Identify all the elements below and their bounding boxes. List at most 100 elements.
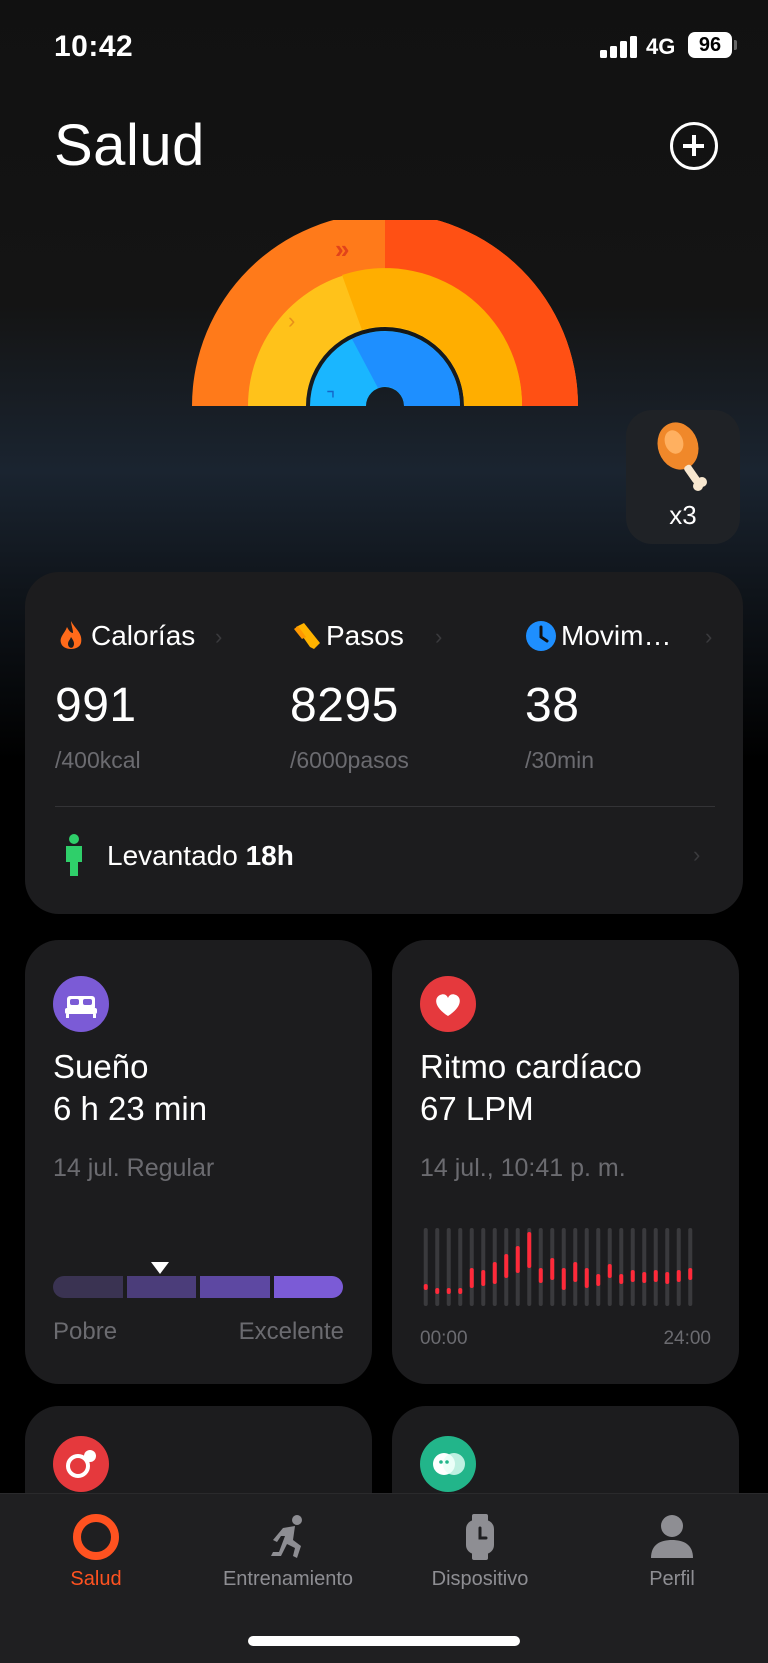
tab-entrenamiento[interactable]: Entrenamiento [192,1494,384,1624]
calories-value: 991 [55,679,137,732]
hr-bar-bg [642,1228,647,1306]
heart-date: 14 jul., 10:41 p. m. [420,1154,626,1182]
hr-bar [619,1274,624,1284]
hr-bar [642,1272,647,1283]
hr-bar [458,1288,463,1294]
divider [55,806,715,807]
tab-label: Perfil [649,1568,695,1590]
sleep-value: 6 h 23 min [53,1090,208,1127]
bed-icon [53,976,109,1032]
standing-person-icon [66,834,82,876]
heart-value: 67 LPM [420,1090,534,1127]
stand-hours: Levantado 18h [107,840,294,872]
heart-axis-end: 24:00 [663,1328,711,1349]
hr-bar-bg [596,1228,601,1306]
battery-icon: 96 [688,32,732,58]
move-label: Movim… [561,620,672,651]
hr-bar [492,1262,497,1284]
flame-icon [60,621,82,649]
hr-bar [676,1270,681,1282]
ring-icon [73,1514,119,1560]
hr-bar-bg [619,1228,624,1306]
heart-rate-card[interactable]: Ritmo cardíaco 67 LPM 14 jul., 10:41 p. … [392,940,739,1384]
steps-goal: /6000pasos [290,747,409,773]
sleep-quality-bar [53,1276,343,1298]
tab-label: Dispositivo [431,1568,529,1590]
heart-axis-start: 00:00 [420,1328,468,1349]
hr-bar [630,1270,635,1282]
hr-bar [653,1270,658,1282]
hr-bar [550,1258,555,1280]
hr-bar [515,1246,520,1273]
hr-bar [435,1288,440,1294]
sleep-quality-marker [151,1262,169,1274]
hr-bar-bg [584,1228,589,1306]
hr-bar [538,1268,543,1283]
hr-bar [607,1264,612,1278]
hr-bar-bg [665,1228,670,1306]
calories-goal: /400kcal [55,747,141,773]
hr-bar-bg [653,1228,658,1306]
drumstick-icon [657,422,707,491]
tab-salud[interactable]: Salud [0,1494,192,1624]
sleep-title-block: Sueño 6 h 23 min [53,1046,207,1130]
hr-bar [584,1268,589,1288]
tab-perfil[interactable]: Perfil [576,1494,768,1624]
hr-bar-bg [688,1228,693,1306]
hr-bar [688,1268,693,1280]
calories-label: Calorías [91,620,196,651]
hr-bar-bg [676,1228,681,1306]
sleep-date: 14 jul. Regular [53,1154,215,1182]
move-value: 38 [525,679,580,732]
hr-bar-bg [423,1228,428,1306]
calories-metric[interactable]: Calorías 991 /400kcal [55,616,275,774]
svg-text:»: » [335,234,349,264]
stand-value: 18h [245,840,294,871]
steps-value: 8295 [290,679,399,732]
heart-rate-sparkline [423,1228,693,1306]
move-goal: /30min [525,747,595,773]
hr-bar-bg [458,1228,463,1306]
hr-bar-bg [630,1228,635,1306]
steps-metric[interactable]: Pasos 8295 /6000pasos [290,616,510,774]
hr-bar [573,1262,578,1282]
heart-title-block: Ritmo cardíaco 67 LPM [420,1046,642,1130]
tab-label: Entrenamiento [222,1568,354,1590]
mood-icon [420,1436,476,1492]
page-title: Salud [54,113,205,178]
activity-rings[interactable]: » › ⌝ [170,220,600,440]
hr-bar [527,1232,532,1268]
watch-icon [466,1514,494,1560]
hr-bar [561,1268,566,1290]
home-indicator [248,1636,520,1646]
person-icon [651,1515,693,1558]
hr-bar-bg [561,1228,566,1306]
chevron-right-icon: › [705,624,713,649]
steps-label: Pasos [326,620,404,651]
stand-label: Levantado [107,840,238,871]
signal-icon [600,36,640,58]
sleep-card[interactable]: Sueño 6 h 23 min 14 jul. Regular Pobre E… [25,940,372,1384]
hr-bar [504,1254,509,1278]
chevron-right-icon: › [693,842,701,867]
svg-text:⌝: ⌝ [326,389,335,411]
oxygen-icon [53,1436,109,1492]
heart-icon [420,976,476,1032]
activity-summary-card[interactable]: Calorías 991 /400kcal › Pasos 8295 /6000… [25,572,743,914]
hr-bar [596,1274,601,1286]
network-type: 4G [646,34,676,59]
food-badge[interactable]: x3 [626,410,740,544]
sleep-title: Sueño [53,1048,149,1085]
badge-count: x3 [669,500,697,530]
runner-icon [271,1515,302,1558]
battery-nub [734,40,737,50]
add-button[interactable] [670,122,718,170]
status-time: 10:42 [54,30,134,63]
chevron-right-icon: › [435,624,443,649]
hr-bar-bg [435,1228,440,1306]
heart-title: Ritmo cardíaco [420,1048,642,1085]
tab-dispositivo[interactable]: Dispositivo [384,1494,576,1624]
chevron-right-icon: › [215,624,223,649]
svg-text:›: › [288,308,295,333]
sleep-scale-low: Pobre [53,1318,118,1345]
